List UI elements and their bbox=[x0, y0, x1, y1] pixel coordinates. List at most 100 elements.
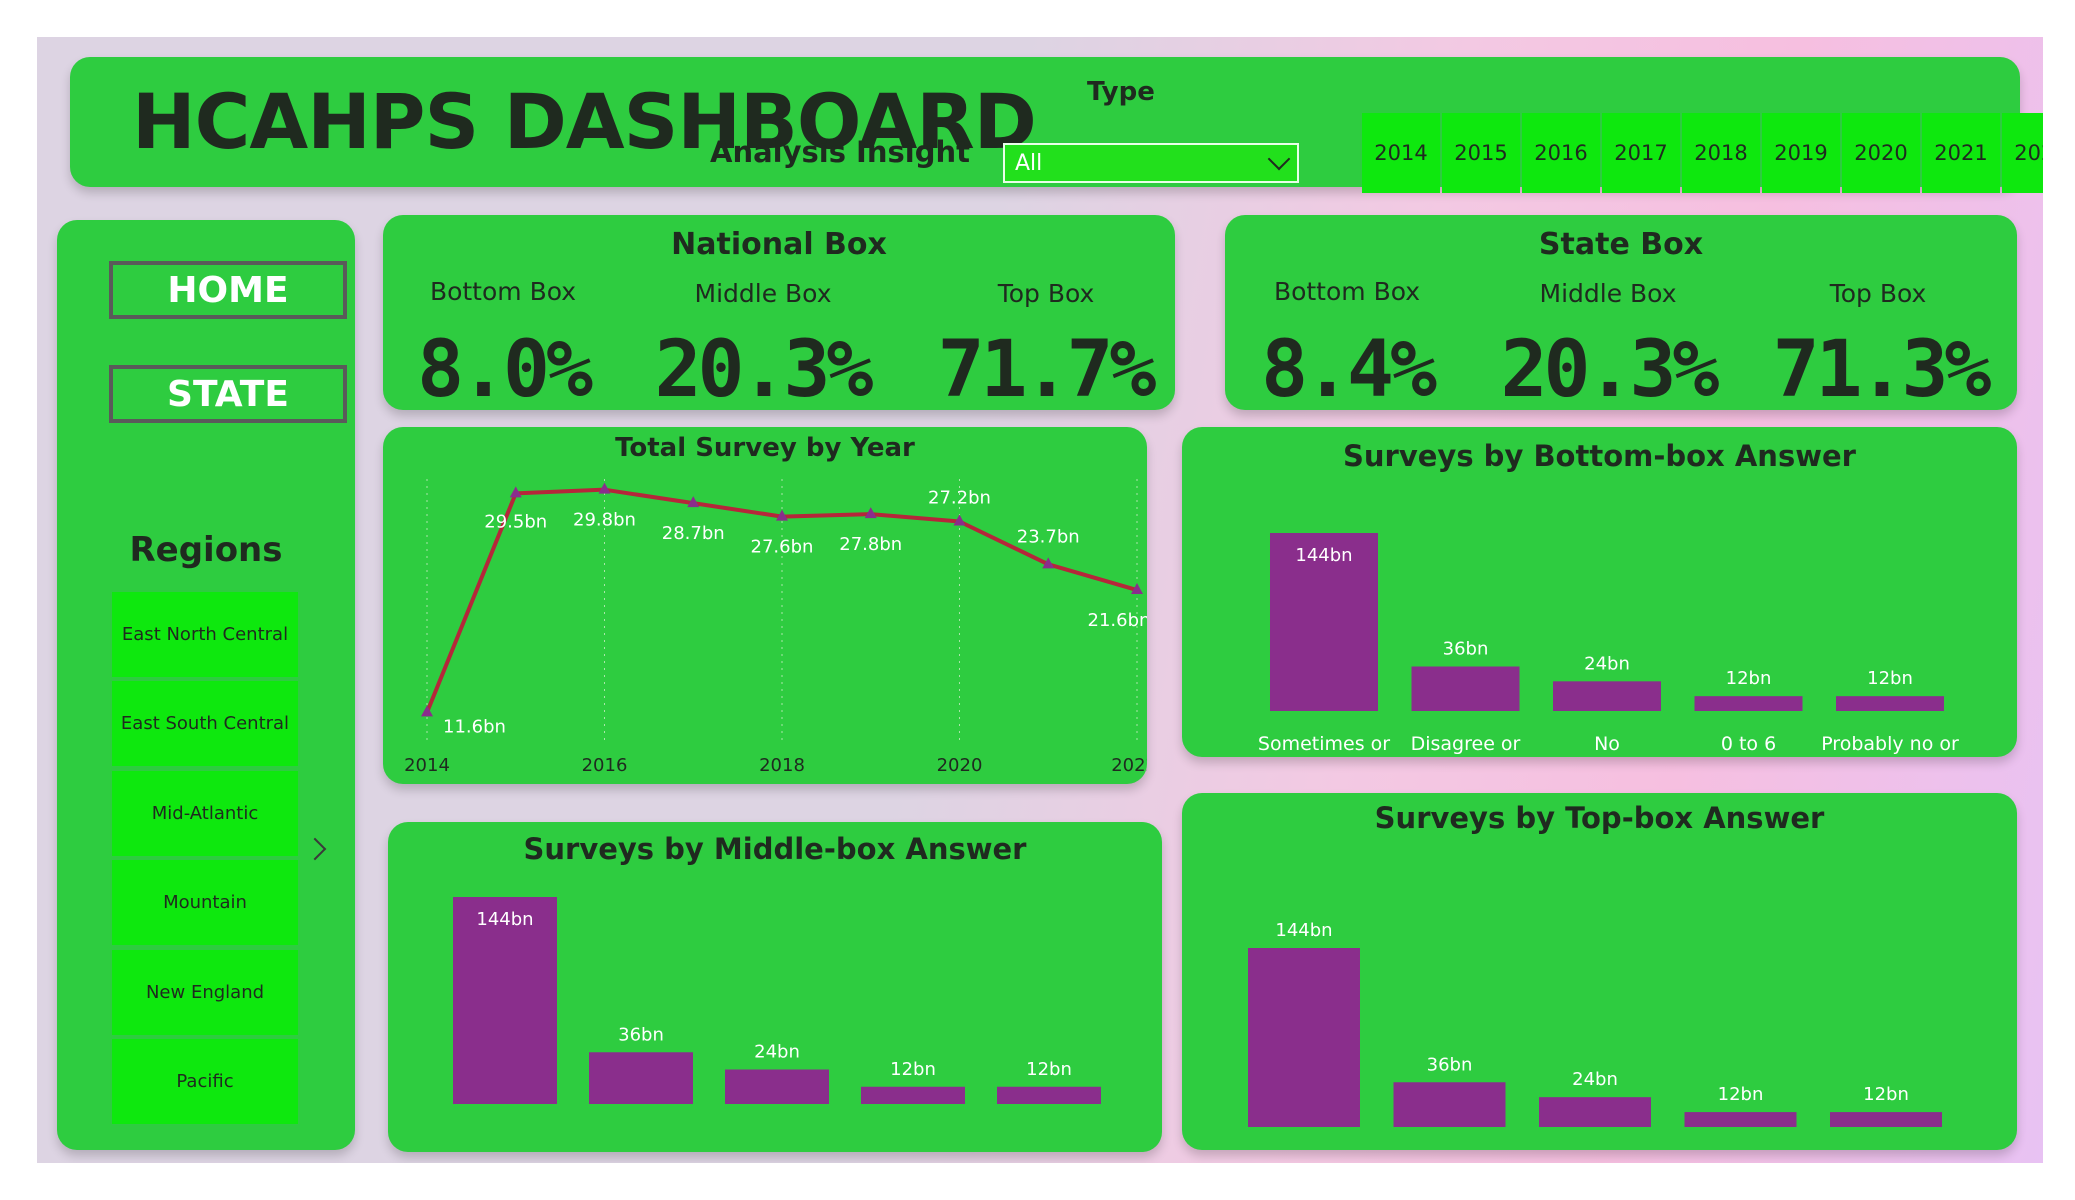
national-box-card: National Box Bottom Box Middle Box Top B… bbox=[383, 215, 1175, 415]
state-button[interactable]: STATE bbox=[109, 365, 347, 423]
survey-by-year-chart: 2014 2016 2018 2020 2022 11.6bn 29.5bn 29.8bn 28… bbox=[404, 479, 1147, 776]
x-tick-label: 2016 bbox=[582, 755, 628, 776]
national-top-value: 71.7% bbox=[937, 325, 1157, 415]
region-mountain[interactable]: Mountain bbox=[112, 860, 298, 945]
category-label: Always bbox=[1271, 1148, 1338, 1150]
line-data-label: 27.6bn bbox=[751, 537, 814, 558]
line-data-label: 29.5bn bbox=[484, 511, 547, 532]
chevron-down-icon bbox=[1267, 147, 1291, 171]
state-middle-value: 20.3% bbox=[1500, 325, 1720, 415]
category-label: 9 or 10 bbox=[1707, 1148, 1775, 1150]
bottom-box-answer-chart: 144bnSometimes ornever36bnDisagree orstr… bbox=[1258, 533, 1959, 755]
state-box-card: State Box Bottom Box Middle Box Top Box … bbox=[1225, 215, 2017, 415]
bar-data-label: 36bn bbox=[1427, 1054, 1473, 1075]
bar-data-label: 36bn bbox=[1443, 639, 1489, 660]
line-data-label: 11.6bn bbox=[443, 716, 506, 737]
x-tick-label: 2018 bbox=[759, 755, 805, 776]
year-button-2017[interactable]: 2017 bbox=[1602, 113, 1680, 193]
year-slicer: 2014 2015 2016 2017 2018 2019 2020 2021 … bbox=[1362, 113, 2043, 193]
state-bottom-label: Bottom Box bbox=[1273, 277, 1421, 306]
national-middle-label: Middle Box bbox=[694, 279, 832, 308]
bar bbox=[1539, 1097, 1651, 1127]
category-label: 0 to 6 bbox=[1721, 733, 1776, 755]
year-button-2015[interactable]: 2015 bbox=[1442, 113, 1520, 193]
bar bbox=[1553, 681, 1661, 711]
region-new-england[interactable]: New England bbox=[112, 950, 298, 1035]
bar-data-label: 12bn bbox=[1718, 1084, 1764, 1105]
middle-box-answer-card: Surveys by Middle-box Answer 144bnUsuall… bbox=[388, 822, 1162, 1152]
bar bbox=[725, 1069, 829, 1104]
line-data-label: 23.7bn bbox=[1017, 526, 1080, 547]
line-data-label: 27.2bn bbox=[928, 488, 991, 509]
sidebar-panel: HOME STATE Regions East North Central Ea… bbox=[57, 220, 355, 1150]
chevron-right-icon[interactable] bbox=[303, 837, 327, 861]
bar-data-label: 144bn bbox=[1275, 920, 1332, 941]
category-label: Agree bbox=[613, 1150, 669, 1152]
year-button-2016[interactable]: 2016 bbox=[1522, 113, 1600, 193]
bar-data-label: 12bn bbox=[1867, 668, 1913, 689]
year-button-2022[interactable]: 2022 bbox=[2002, 113, 2043, 193]
national-bottom-label: Bottom Box bbox=[429, 277, 577, 306]
year-button-2018[interactable]: 2018 bbox=[1682, 113, 1760, 193]
category-label: 7 or 8 bbox=[885, 1150, 941, 1152]
region-east-north-central[interactable]: East North Central bbox=[112, 592, 298, 677]
dashboard-canvas: HCAHPS DASHBOARD Analysis Insight Type A… bbox=[37, 37, 2043, 1163]
type-filter-dropdown[interactable]: All bbox=[1003, 143, 1299, 183]
category-label: Strongly Agree bbox=[1379, 1148, 1520, 1150]
state-middle-label: Middle Box bbox=[1539, 279, 1677, 308]
national-middle-value: 20.3% bbox=[654, 325, 874, 415]
bottom-box-answer-card: Surveys by Bottom-box Answer 144bn Someti… bbox=[1182, 427, 2017, 757]
category-label: No bbox=[1594, 733, 1620, 755]
dashboard-subtitle: Analysis Insight bbox=[710, 135, 970, 169]
category-label: Probably no or bbox=[1821, 733, 1959, 755]
bar bbox=[997, 1086, 1101, 1104]
bar bbox=[1684, 1112, 1797, 1127]
bar-data-label: 24bn bbox=[1572, 1069, 1618, 1090]
top-box-answer-card: Surveys by Top-box Answer 144bnAlways36b… bbox=[1182, 793, 2017, 1150]
year-button-2021[interactable]: 2021 bbox=[1922, 113, 2000, 193]
state-top-value: 71.3% bbox=[1772, 325, 1992, 415]
line-data-label: 28.7bn bbox=[662, 523, 725, 544]
line-data-label: 29.8bn bbox=[573, 510, 636, 531]
bar bbox=[1248, 948, 1360, 1127]
x-tick-label: 2022 bbox=[1111, 755, 1147, 776]
bar-data-label: 12bn bbox=[1026, 1059, 1072, 1080]
region-east-south-central[interactable]: East South Central bbox=[112, 681, 298, 766]
bar bbox=[1411, 666, 1520, 711]
year-button-2019[interactable]: 2019 bbox=[1762, 113, 1840, 193]
state-bottom-value: 8.4% bbox=[1261, 325, 1437, 415]
national-top-label: Top Box bbox=[997, 279, 1095, 308]
type-filter-value: All bbox=[1015, 150, 1043, 176]
survey-by-year-card: Total Survey by Year 2014 2016 2018 2020 202… bbox=[383, 427, 1147, 784]
bar-data-label: 144bn bbox=[476, 909, 533, 930]
category-label: Usually bbox=[470, 1150, 539, 1152]
bar-data-label: 12bn bbox=[890, 1059, 936, 1080]
bar bbox=[861, 1086, 965, 1104]
type-filter-label: Type bbox=[1087, 77, 1155, 107]
bar-data-label: 24bn bbox=[1584, 653, 1630, 674]
middle-box-answer-chart: 144bn Usually 36bn Agree 24bn 12bn 7 or 8 12bn P… bbox=[453, 897, 1110, 1152]
regions-title: Regions bbox=[129, 530, 283, 570]
line-data-label: 27.8bn bbox=[839, 534, 902, 555]
bar bbox=[1393, 1082, 1506, 1127]
bar-data-label: 12bn bbox=[1863, 1084, 1909, 1105]
category-label: Probably yes bbox=[988, 1150, 1109, 1152]
bar bbox=[589, 1052, 693, 1104]
year-button-2014[interactable]: 2014 bbox=[1362, 113, 1440, 193]
category-label: Yes bbox=[1579, 1148, 1611, 1150]
home-button[interactable]: HOME bbox=[109, 261, 347, 319]
bar-data-label: 12bn bbox=[1726, 668, 1772, 689]
x-tick-label: 2014 bbox=[404, 755, 450, 776]
bar bbox=[1694, 696, 1803, 711]
region-pacific[interactable]: Pacific bbox=[112, 1039, 298, 1124]
region-mid-atlantic[interactable]: Mid-Atlantic bbox=[112, 771, 298, 856]
header-panel: HCAHPS DASHBOARD Analysis Insight Type A… bbox=[70, 57, 2043, 193]
top-box-answer-chart: 144bn Always 36bn Strongly Agree 24bn Yes 12bn… bbox=[1248, 920, 1951, 1150]
bar bbox=[1836, 696, 1944, 711]
bar-data-label: 36bn bbox=[618, 1024, 664, 1045]
year-button-2020[interactable]: 2020 bbox=[1842, 113, 1920, 193]
bar bbox=[1830, 1112, 1942, 1127]
category-label: Sometimes or bbox=[1258, 733, 1390, 755]
x-tick-label: 2020 bbox=[937, 755, 983, 776]
state-top-label: Top Box bbox=[1829, 279, 1927, 308]
